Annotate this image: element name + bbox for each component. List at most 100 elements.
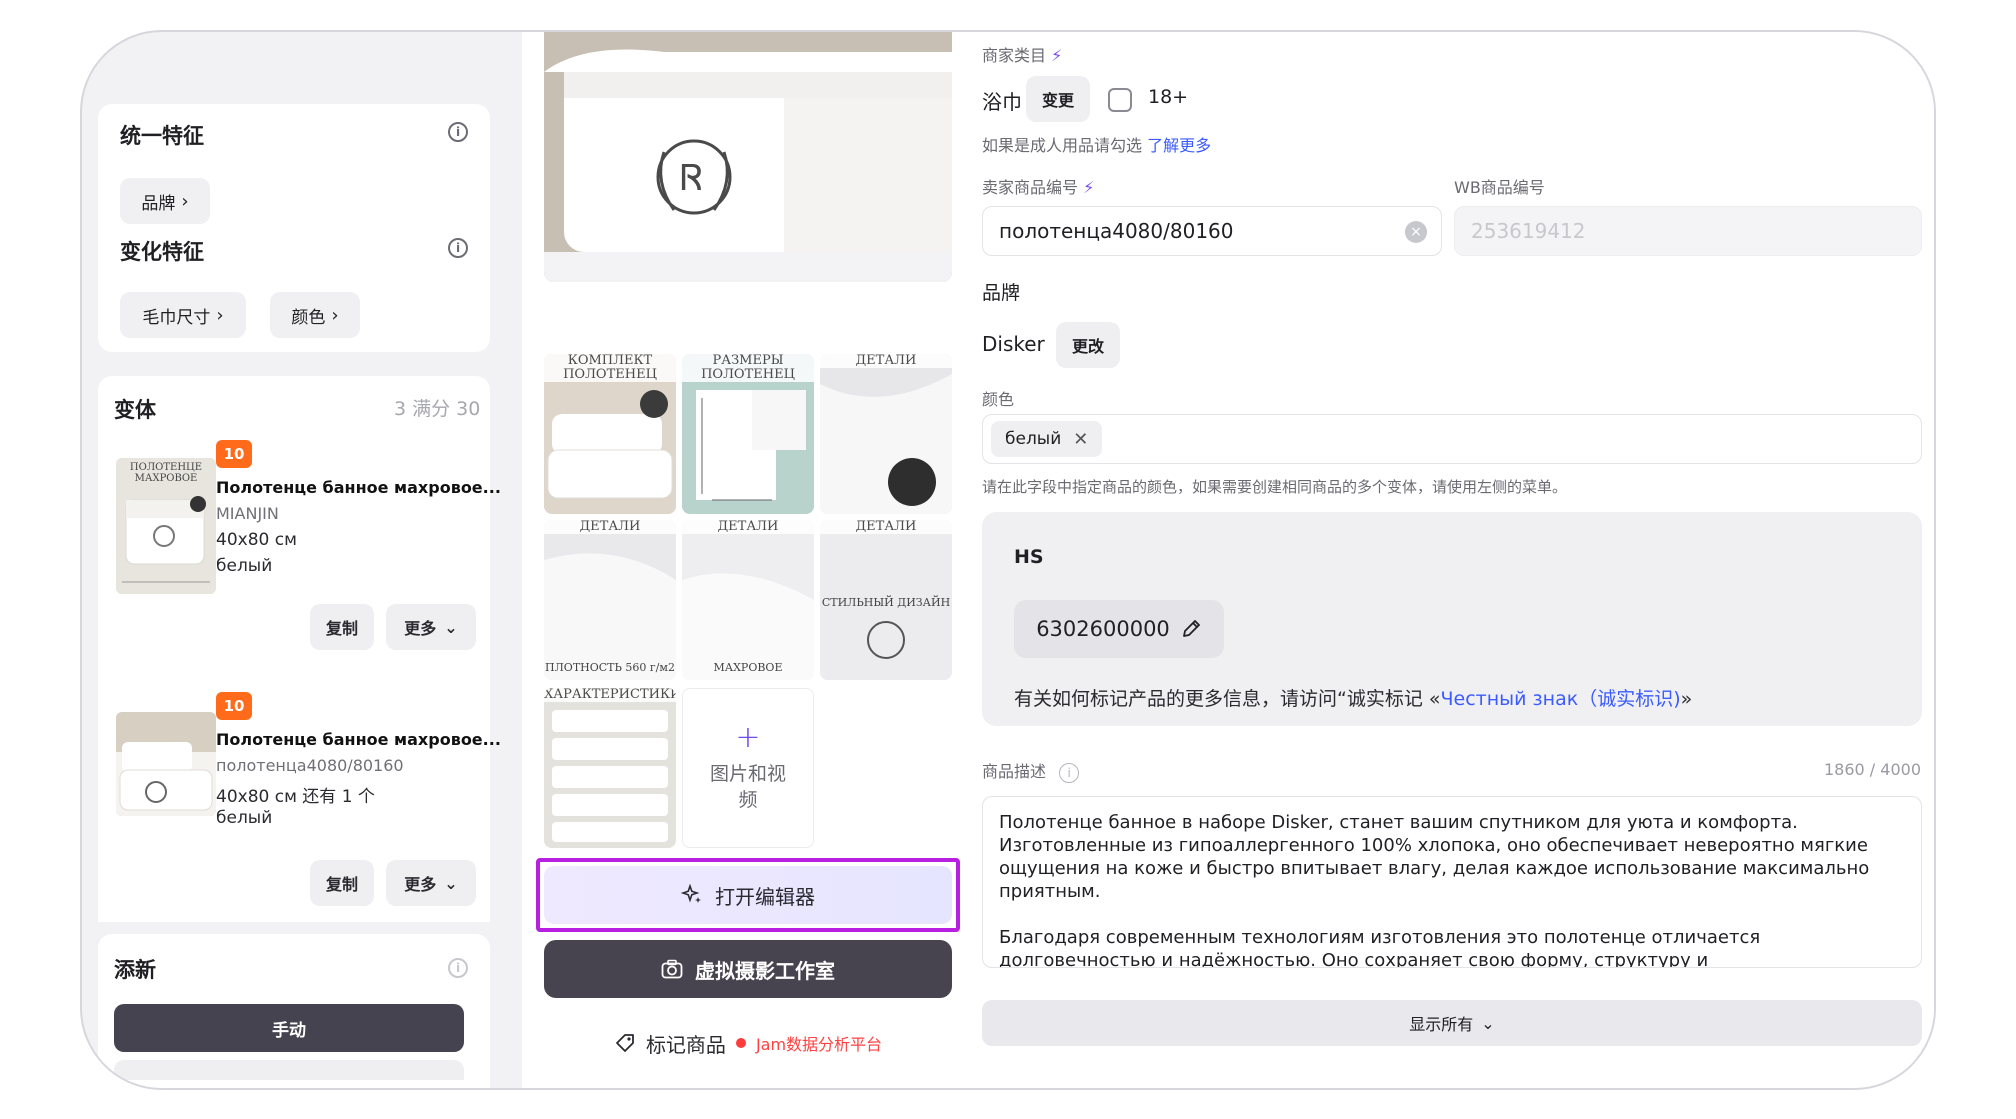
app-frame: 统一特征 i 品牌 › 变化特征 i 毛巾尺寸 › 颜色 › 变体 3 满分 3… xyxy=(80,30,1936,1090)
plus-icon: + xyxy=(735,720,761,755)
category-label-row: 商家类目 ⚡ xyxy=(982,42,1062,66)
category-label: 商家类目 xyxy=(982,46,1047,65)
unified-features-title: 统一特征 xyxy=(120,124,204,148)
thumb-caption: ДЕТАЛИ xyxy=(544,520,676,534)
color-field[interactable]: белый ✕ xyxy=(982,414,1922,464)
chevron-right-icon: › xyxy=(181,190,189,212)
add-media-button[interactable]: + 图片和视频 xyxy=(682,688,814,848)
quality-badge: 10 xyxy=(216,692,252,720)
pencil-icon[interactable] xyxy=(1180,618,1202,640)
thumb-subcaption: ПЛОТНОСТЬ 560 г/м2 xyxy=(545,661,675,674)
close-icon[interactable]: ✕ xyxy=(1073,429,1088,450)
variant-thumbnail xyxy=(116,712,216,816)
honest-sign-link[interactable]: Честный знак（诚实标识) xyxy=(1441,688,1681,710)
hs-info-prefix: 有关如何标记产品的更多信息，请访问“诚实标记 « xyxy=(1014,688,1441,710)
jam-dot-icon xyxy=(735,1038,746,1048)
thumb-caption: ХАРАКТЕРИСТИКИ xyxy=(544,688,676,702)
towel-specs-image xyxy=(544,688,676,848)
towel-detail-image xyxy=(820,354,952,514)
learn-more-link[interactable]: 了解更多 xyxy=(1147,136,1211,155)
chevron-down-icon: ⌄ xyxy=(444,873,458,893)
add-media-label: 图片和视频 xyxy=(709,763,786,811)
thumb-caption: РАЗМЕРЫ ПОЛОТЕНЕЦ xyxy=(682,354,814,382)
adult-checkbox[interactable] xyxy=(1108,88,1132,112)
copy-button-label: 复制 xyxy=(325,619,358,638)
info-icon[interactable]: i xyxy=(448,122,468,142)
svg-text:Ꮢ: Ꮢ xyxy=(680,158,703,199)
variants-score: 3 满分 30 xyxy=(394,398,481,420)
thumb-subcaption: МАХРОВОЕ xyxy=(713,661,783,674)
variant-title: Полотенце банное махровое... xyxy=(216,478,501,497)
variant-title: Полотенце банное махровое... xyxy=(216,730,501,749)
adult-hint: 如果是成人用品请勾选 xyxy=(982,136,1143,155)
more-button[interactable]: 更多 ⌄ xyxy=(386,860,476,906)
towel-size-chip[interactable]: 毛巾尺寸 › xyxy=(120,292,246,338)
towel-detail-image xyxy=(544,520,676,680)
manual-add-button[interactable]: 手动 xyxy=(114,1004,464,1052)
media-thumbnail[interactable]: КОМПЛЕКТ ПОЛОТЕНЕЦ xyxy=(544,354,676,514)
towel-size-chip-label: 毛巾尺寸 xyxy=(142,307,211,328)
mark-product-button[interactable]: 标记商品 Jam数据分析平台 xyxy=(544,1014,952,1072)
color-label: 颜色 xyxy=(982,390,1015,409)
show-all-button[interactable]: 显示所有 ⌄ xyxy=(982,1000,1922,1046)
thumb-caption: КОМПЛЕКТ ПОЛОТЕНЕЦ xyxy=(544,354,676,382)
variant-size: 40x80 см 还有 1 个 xyxy=(216,787,375,807)
clear-icon[interactable]: × xyxy=(1405,221,1427,243)
description-label: 商品描述 xyxy=(982,762,1047,781)
description-textarea[interactable]: Полотенце банное в наборе Disker, станет… xyxy=(982,796,1922,968)
media-thumbnail[interactable]: ДЕТАЛИ СТИЛЬНЫЙ ДИЗАЙН xyxy=(820,520,952,680)
media-thumbnail[interactable]: ХАРАКТЕРИСТИКИ xyxy=(544,688,676,848)
bolt-icon: ⚡ xyxy=(1083,178,1095,197)
info-icon[interactable]: i xyxy=(1059,762,1080,783)
mark-product-label: 标记商品 xyxy=(645,1032,726,1057)
chevron-down-icon: ⌄ xyxy=(1481,1013,1495,1033)
towel-photo: Ꮢ xyxy=(544,32,952,282)
add-option-stub[interactable] xyxy=(114,1060,464,1080)
media-thumbnail[interactable]: ДЕТАЛИ xyxy=(820,354,952,514)
open-editor-button[interactable]: 打开编辑器 xyxy=(544,866,952,924)
thumb-subcaption: СТИЛЬНЫЙ ДИЗАЙН xyxy=(821,596,951,609)
bolt-icon: ⚡ xyxy=(1051,46,1063,65)
seller-sku-field[interactable]: полотенца4080/80160 × xyxy=(982,206,1442,256)
wb-sku-field: 253619412 xyxy=(1454,206,1922,256)
media-thumbnail[interactable]: ДЕТАЛИ МАХРОВОЕ xyxy=(682,520,814,680)
variant-item[interactable]: ПОЛОТЕНЦЕ МАХРОВОЕ 10 Полотенце банное м… xyxy=(98,432,501,664)
brand-chip[interactable]: 品牌 › xyxy=(120,178,210,224)
media-thumbnail[interactable]: ДЕТАЛИ ПЛОТНОСТЬ 560 г/м2 xyxy=(544,520,676,680)
copy-button[interactable]: 复制 xyxy=(310,604,374,650)
brand-label: 品牌 xyxy=(982,282,1021,304)
variants-title: 变体 xyxy=(114,398,156,422)
main-product-image[interactable]: Ꮢ xyxy=(544,32,952,282)
info-icon[interactable]: i xyxy=(448,238,468,258)
brand-value: Disker xyxy=(982,332,1045,356)
copy-button[interactable]: 复制 xyxy=(310,860,374,906)
tag-icon xyxy=(616,1034,634,1052)
show-all-label: 显示所有 xyxy=(1409,1015,1474,1034)
add-new-card: 添新 i 手动 xyxy=(98,934,490,1088)
info-icon[interactable]: i xyxy=(448,958,468,978)
thumb-caption: ДЕТАЛИ xyxy=(682,520,814,534)
variant-thumbnail: ПОЛОТЕНЦЕ МАХРОВОЕ xyxy=(116,458,216,594)
hs-label: HS xyxy=(1014,546,1044,568)
hs-code-pill[interactable]: 6302600000 xyxy=(1014,600,1224,658)
category-value: 浴巾 xyxy=(982,90,1022,114)
change-brand-button[interactable]: 更改 xyxy=(1056,322,1120,368)
media-thumbnail[interactable]: РАЗМЕРЫ ПОЛОТЕНЕЦ xyxy=(682,354,814,514)
color-chip[interactable]: 颜色 › xyxy=(270,292,360,338)
thumb-caption: ПОЛОТЕНЦЕ МАХРОВОЕ xyxy=(129,462,203,484)
wb-sku-value: 253619412 xyxy=(1471,219,1586,243)
add-new-title: 添新 xyxy=(114,958,156,982)
change-category-button[interactable]: 变更 xyxy=(1026,76,1090,122)
variant-item[interactable]: 10 Полотенце банное махровое... полотенц… xyxy=(98,684,501,922)
variable-features-title: 变化特征 xyxy=(120,240,204,264)
more-button-label: 更多 xyxy=(404,875,437,894)
jam-analytics-label: Jam数据分析平台 xyxy=(755,1035,883,1054)
virtual-studio-button[interactable]: 虚拟摄影工作室 xyxy=(544,940,952,998)
chevron-down-icon: ⌄ xyxy=(444,617,458,637)
more-button[interactable]: 更多 ⌄ xyxy=(386,604,476,650)
seller-sku-value: полотенца4080/80160 xyxy=(999,219,1234,243)
variant-size: 40x80 см xyxy=(216,530,297,550)
color-tag[interactable]: белый ✕ xyxy=(991,421,1103,457)
adult-hint-row: 如果是成人用品请勾选 了解更多 xyxy=(982,132,1211,156)
hs-info-row: 有关如何标记产品的更多信息，请访问“诚实标记 «Честный знак（诚实标… xyxy=(1014,684,1692,711)
